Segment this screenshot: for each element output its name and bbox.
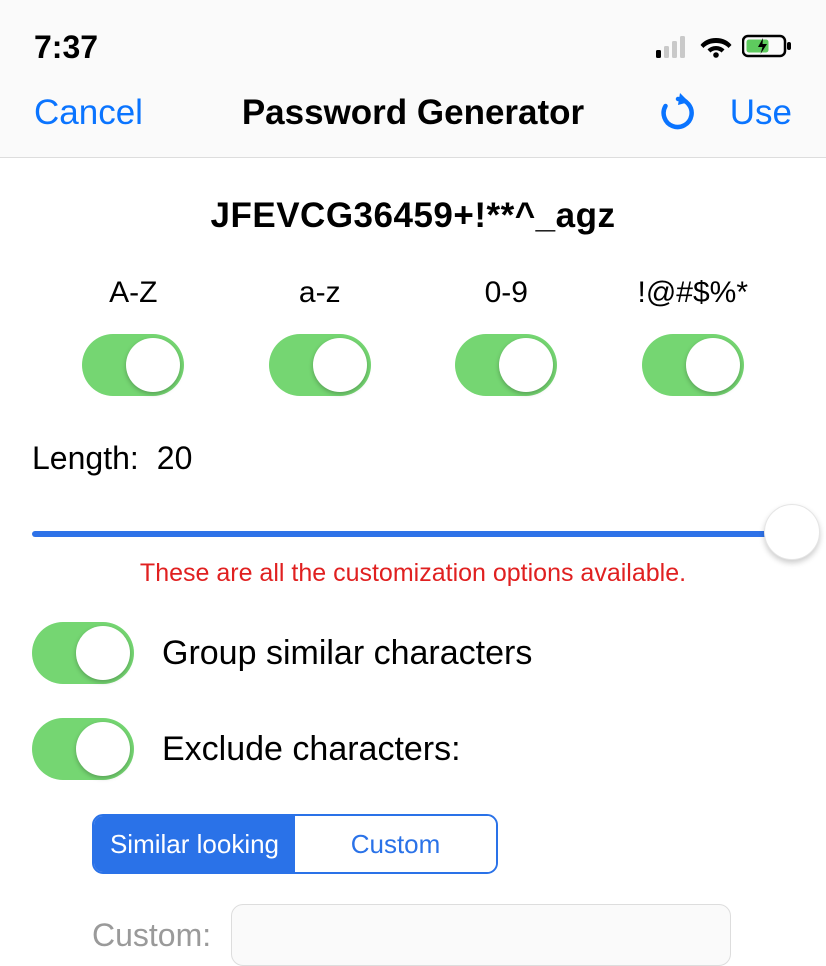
- toggle-exclude-chars[interactable]: [32, 718, 134, 780]
- exclude-segmented-wrap: Similar looking Custom: [0, 780, 826, 874]
- option-label: Group similar characters: [162, 634, 532, 673]
- char-class-row: A-Z a-z 0-9 !@#$%*: [0, 236, 826, 396]
- segment-similar-looking[interactable]: Similar looking: [94, 816, 295, 872]
- battery-icon: [742, 29, 792, 66]
- status-bar: 7:37: [0, 0, 826, 85]
- option-exclude-chars: Exclude characters:: [0, 684, 826, 780]
- exclude-segmented: Similar looking Custom: [92, 814, 498, 874]
- char-class-label: !@#$%*: [637, 276, 748, 310]
- nav-bar: Cancel Password Generator Use: [0, 85, 826, 158]
- length-value: 20: [157, 440, 193, 477]
- custom-row: Custom:: [0, 874, 826, 966]
- char-class-label: A-Z: [109, 276, 157, 310]
- generated-password: JFEVCG36459+!**^_agz: [0, 196, 826, 236]
- char-class-symbols: !@#$%*: [613, 276, 773, 396]
- segment-custom[interactable]: Custom: [295, 816, 496, 872]
- custom-input[interactable]: [231, 904, 731, 966]
- refresh-button[interactable]: [658, 93, 698, 133]
- use-button[interactable]: Use: [730, 93, 792, 133]
- custom-label: Custom:: [92, 917, 211, 954]
- slider-thumb[interactable]: [764, 504, 820, 560]
- toggle-lowercase[interactable]: [269, 334, 371, 396]
- char-class-label: 0-9: [485, 276, 528, 310]
- length-row: Length: 20: [0, 396, 826, 477]
- toggle-digits[interactable]: [455, 334, 557, 396]
- toggle-group-similar[interactable]: [32, 622, 134, 684]
- option-group-similar: Group similar characters: [0, 588, 826, 684]
- main-content: JFEVCG36459+!**^_agz A-Z a-z 0-9 !@#$%* …: [0, 158, 826, 966]
- slider-track: [32, 531, 794, 537]
- status-time: 7:37: [34, 29, 98, 66]
- refresh-icon: [658, 93, 698, 133]
- toggle-symbols[interactable]: [642, 334, 744, 396]
- option-label: Exclude characters:: [162, 730, 461, 769]
- char-class-label: a-z: [299, 276, 341, 310]
- length-label: Length:: [32, 440, 139, 477]
- status-indicators: [656, 29, 792, 66]
- cellular-icon: [656, 29, 690, 66]
- char-class-lowercase: a-z: [240, 276, 400, 396]
- cancel-button[interactable]: Cancel: [34, 93, 143, 133]
- char-class-uppercase: A-Z: [53, 276, 213, 396]
- page-title: Password Generator: [194, 93, 632, 133]
- toggle-uppercase[interactable]: [82, 334, 184, 396]
- wifi-icon: [700, 29, 732, 66]
- char-class-digits: 0-9: [426, 276, 586, 396]
- length-slider[interactable]: [32, 507, 794, 567]
